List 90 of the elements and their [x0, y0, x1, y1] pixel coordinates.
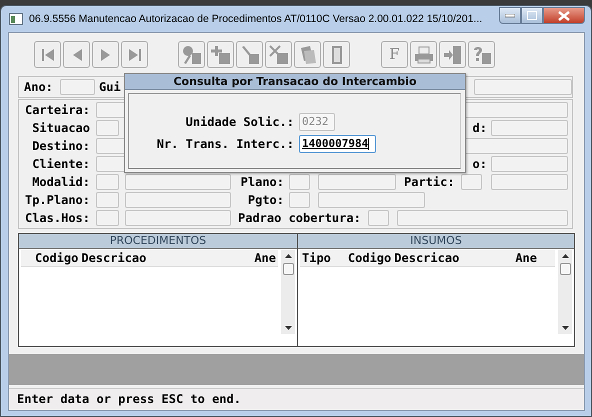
field-label: Unidade Solic.:	[184, 115, 294, 129]
scroll-down-icon	[284, 326, 292, 330]
input-field[interactable]	[368, 210, 389, 226]
maximize-button[interactable]	[521, 7, 543, 24]
field-label: d:	[472, 121, 487, 135]
maximize-icon	[527, 11, 537, 20]
dialog-title: Consulta por Transacao do Intercambio	[125, 74, 465, 90]
field-label: Pgto:	[246, 193, 284, 207]
field-label: Plano:	[240, 175, 284, 189]
field-label: Gui	[99, 80, 121, 94]
exit-door-icon	[442, 44, 462, 64]
pencil-icon	[240, 44, 260, 64]
toolbar-button[interactable]	[236, 41, 263, 68]
add-icon	[210, 44, 230, 64]
status-text: Enter data or press ESC to end.	[17, 392, 241, 406]
input-field[interactable]	[125, 174, 231, 190]
column-header[interactable]: Codigo	[348, 251, 392, 265]
field-label: Destino:	[31, 139, 90, 153]
field-label: Carteira:	[24, 103, 90, 117]
grid-title: PROCEDIMENTOS	[19, 234, 297, 249]
column-header[interactable]: Codigo	[35, 251, 78, 265]
scroll-up-icon	[284, 254, 292, 258]
letter-icon: F	[389, 47, 400, 62]
input-field[interactable]	[318, 192, 425, 208]
minimize-icon	[505, 14, 515, 18]
close-icon	[558, 10, 570, 20]
toolbar-button[interactable]	[323, 41, 350, 68]
toolbar-button[interactable]	[410, 41, 437, 68]
input-field[interactable]	[491, 120, 568, 136]
input-field[interactable]	[461, 174, 482, 190]
field-label: Padrao cobertura:	[238, 211, 361, 225]
field-label: Modalid:	[31, 175, 90, 189]
scrollbar-thumb[interactable]	[282, 263, 294, 275]
question-mark-icon	[472, 44, 492, 64]
app-icon	[9, 13, 23, 25]
field-label: Ano:	[24, 80, 54, 94]
input-field[interactable]	[491, 174, 568, 190]
first-record-icon	[40, 46, 56, 62]
input-field[interactable]	[96, 174, 119, 190]
key-icon	[182, 44, 202, 64]
column-header[interactable]: Ane	[515, 251, 537, 265]
input-field[interactable]: 1400007984	[299, 135, 376, 153]
field-label: o:	[472, 157, 487, 171]
input-field[interactable]	[96, 192, 119, 208]
previous-icon	[70, 46, 82, 62]
scrollbar[interactable]	[558, 250, 572, 334]
input-field[interactable]	[289, 192, 310, 208]
toolbar-button[interactable]	[439, 41, 466, 68]
input-field[interactable]	[60, 79, 95, 95]
toolbar-button[interactable]	[121, 41, 148, 68]
input-field[interactable]	[125, 210, 231, 226]
toolbar-button[interactable]	[468, 41, 495, 68]
column-header[interactable]: Ane	[254, 251, 276, 265]
scrollbar[interactable]	[281, 250, 295, 334]
field-label: Nr. Trans. Interc.:	[156, 137, 294, 151]
field-label: Situacao	[31, 121, 90, 135]
toolbar-button[interactable]	[265, 41, 292, 68]
input-field[interactable]	[289, 174, 310, 190]
column-header[interactable]: Descricao	[81, 251, 146, 265]
toolbar-button[interactable]	[178, 41, 205, 68]
next-icon	[100, 46, 112, 62]
delete-icon	[268, 44, 288, 64]
toolbar-button[interactable]	[92, 41, 119, 68]
scrollbar-thumb[interactable]	[560, 263, 570, 275]
input-field[interactable]	[125, 192, 231, 208]
input-field[interactable]	[318, 174, 396, 190]
column-header[interactable]: Descricao	[394, 251, 460, 265]
minimize-button[interactable]	[499, 7, 521, 24]
close-button[interactable]	[543, 7, 585, 24]
window-title: 06.9.5556 Manutencao Autorizacao de Procedimentos AT/0110C Versao 2.00.01.022 15/10/201...	[29, 13, 482, 25]
input-field[interactable]	[96, 120, 119, 136]
last-record-icon	[126, 46, 142, 62]
grid-title: INSUMOS	[298, 234, 574, 249]
toolbar-button[interactable]	[63, 41, 90, 68]
door-icon	[330, 44, 342, 64]
scroll-down-icon	[562, 326, 568, 330]
input-field[interactable]	[491, 156, 568, 172]
toolbar-button[interactable]	[34, 41, 61, 68]
input-field[interactable]	[96, 210, 119, 226]
field-label: Partic:	[404, 175, 454, 189]
input-field[interactable]	[396, 210, 568, 226]
input-field[interactable]	[474, 79, 572, 95]
toolbar-button[interactable]	[294, 41, 321, 68]
field-label: Tp.Plano:	[24, 193, 90, 207]
printer-icon	[414, 46, 434, 64]
scroll-up-icon	[562, 254, 568, 258]
column-header[interactable]: Tipo	[302, 251, 331, 265]
field-label: Cliente:	[31, 157, 90, 171]
field-label: Clas.Hos:	[24, 211, 90, 225]
toolbar-button[interactable]	[207, 41, 234, 68]
